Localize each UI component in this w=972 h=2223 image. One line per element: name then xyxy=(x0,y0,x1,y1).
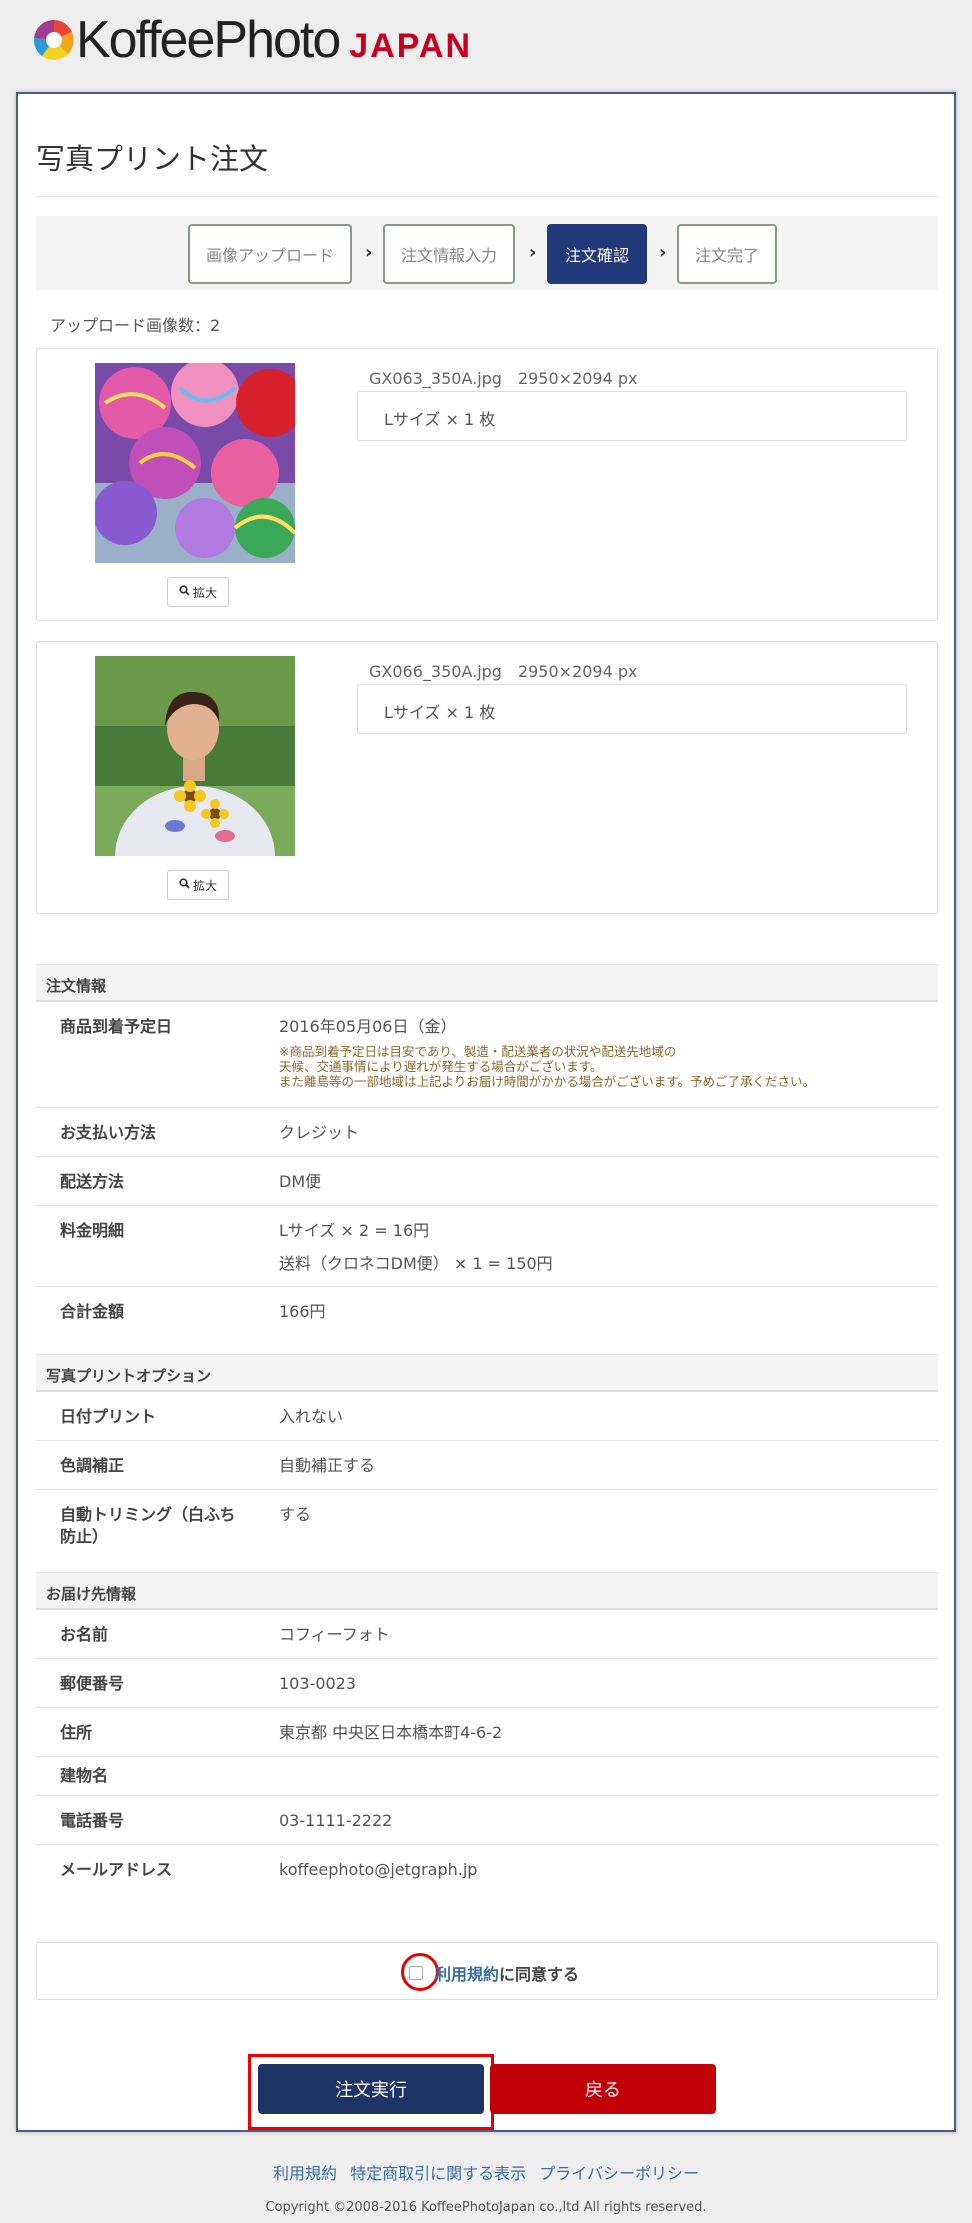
file-info: GX063_350A.jpg 2950×2094 px xyxy=(369,369,638,388)
delivery-row-zip: 郵便番号 103-0023 xyxy=(36,1659,938,1708)
delivery-heading: お届け先情報 xyxy=(36,1572,938,1610)
option-row-color: 色調補正 自動補正する xyxy=(36,1441,938,1490)
delivery-row-email: メールアドレス koffeephoto@jetgraph.jp xyxy=(36,1845,938,1895)
logo-mark-icon xyxy=(33,18,74,62)
row-label: 建物名 xyxy=(60,1766,109,1785)
info-row-shipping: 配送方法 DM便 xyxy=(36,1157,938,1206)
order-card: 写真プリント注文 画像アップロード › 注文情報入力 › 注文確認 › 注文完了… xyxy=(16,92,956,2132)
zoom-button[interactable]: 拡大 xyxy=(167,577,229,607)
step-complete: 注文完了 xyxy=(677,224,777,284)
chevron-right-icon: › xyxy=(365,242,373,263)
terms-text: に同意する xyxy=(499,1965,580,1984)
footer-link-commerce[interactable]: 特定商取引に関する表示 xyxy=(350,2164,526,2183)
photo-thumbnail xyxy=(95,656,295,856)
zoom-button[interactable]: 拡大 xyxy=(167,870,229,900)
photo-item: 拡大 GX063_350A.jpg 2950×2094 px Lサイズ × 1 … xyxy=(36,348,938,621)
option-row-trim: 自動トリミング（白ふち 防止） する xyxy=(36,1490,938,1572)
footer-link-terms[interactable]: 利用規約 xyxy=(273,2164,337,2183)
quantity-summary: Lサイズ × 1 枚 xyxy=(357,684,907,734)
order-info-heading: 注文情報 xyxy=(36,964,938,1002)
terms-label[interactable]: 利用規約 に同意する xyxy=(409,1961,579,1985)
step-confirm: 注文確認 xyxy=(547,224,647,284)
info-row-arrival: 商品到着予定日 2016年05月06日（金） ※商品到着予定日は目安であり、製造… xyxy=(36,1002,938,1108)
step-order-info: 注文情報入力 xyxy=(383,224,515,284)
logo-region: JAPAN xyxy=(349,26,473,65)
row-value: 送料（クロネコDM便） × 1 = 150円 xyxy=(279,1254,553,1273)
file-info: GX066_350A.jpg 2950×2094 px xyxy=(369,662,638,681)
row-label: 自動トリミング（白ふち 防止） xyxy=(60,1505,236,1546)
info-row-payment: お支払い方法 クレジット xyxy=(36,1108,938,1157)
print-options-heading: 写真プリントオプション xyxy=(36,1354,938,1392)
order-steps: 画像アップロード › 注文情報入力 › 注文確認 › 注文完了 xyxy=(36,216,938,290)
zoom-label: 拡大 xyxy=(192,878,217,893)
logo-wordmark: KoffeePhoto xyxy=(76,11,341,69)
row-label: お名前 xyxy=(60,1625,109,1644)
row-label: 料金明細 xyxy=(60,1221,125,1240)
option-row-date: 日付プリント 入れない xyxy=(36,1392,938,1441)
row-value: クレジット xyxy=(279,1123,360,1142)
row-label: 日付プリント xyxy=(60,1407,157,1426)
row-value: koffeephoto@jetgraph.jp xyxy=(279,1860,478,1879)
row-label: お支払い方法 xyxy=(60,1123,157,1142)
quantity-summary: Lサイズ × 1 枚 xyxy=(357,391,907,441)
row-label: 配送方法 xyxy=(60,1172,125,1191)
row-value: 103-0023 xyxy=(279,1674,357,1693)
row-value: 2016年05月06日（金） xyxy=(279,1017,457,1036)
row-value: Lサイズ × 2 = 16円 xyxy=(279,1221,430,1240)
search-icon xyxy=(179,585,190,599)
row-label: 電話番号 xyxy=(60,1811,125,1830)
title-divider xyxy=(36,196,938,197)
info-row-fees: 料金明細 Lサイズ × 2 = 16円 送料（クロネコDM便） × 1 = 15… xyxy=(36,1206,938,1287)
footer-links: 利用規約 特定商取引に関する表示 プライバシーポリシー xyxy=(0,2160,972,2184)
row-label: 郵便番号 xyxy=(60,1674,125,1693)
delivery-row-name: お名前 コフィーフォト xyxy=(36,1610,938,1659)
step-upload: 画像アップロード xyxy=(188,224,352,284)
row-value: 自動補正する xyxy=(279,1456,376,1475)
submit-order-button[interactable]: 注文実行 xyxy=(258,2064,484,2114)
photo-item: 拡大 GX066_350A.jpg 2950×2094 px Lサイズ × 1 … xyxy=(36,641,938,914)
row-label: 色調補正 xyxy=(60,1456,125,1475)
row-value: 03-1111-2222 xyxy=(279,1811,393,1830)
back-button[interactable]: 戻る xyxy=(490,2064,716,2114)
row-label: 住所 xyxy=(60,1723,93,1742)
terms-checkbox[interactable] xyxy=(409,1966,423,1980)
info-row-total: 合計金額 166円 xyxy=(36,1287,938,1337)
terms-agreement: 利用規約 に同意する xyxy=(36,1942,938,2000)
site-logo[interactable]: KoffeePhoto JAPAN xyxy=(33,11,473,69)
upload-count: アップロード画像数：2 xyxy=(50,316,221,335)
row-value: 東京都 中央区日本橋本町4-6-2 xyxy=(279,1723,503,1742)
row-value: 入れない xyxy=(279,1407,344,1426)
row-value: コフィーフォト xyxy=(279,1625,390,1644)
photo-thumbnail xyxy=(95,363,295,563)
row-value: DM便 xyxy=(279,1172,322,1191)
delivery-row-phone: 電話番号 03-1111-2222 xyxy=(36,1796,938,1845)
arrival-note: ※商品到着予定日は目安であり、製造・配送業者の状況や配送先地域の 天候、交通事情… xyxy=(279,1044,816,1089)
row-label: 合計金額 xyxy=(60,1302,125,1321)
terms-link[interactable]: 利用規約 xyxy=(435,1961,499,1985)
row-value: 166円 xyxy=(279,1302,326,1321)
row-label: 商品到着予定日 xyxy=(60,1017,173,1036)
chevron-right-icon: › xyxy=(659,242,667,263)
page-title: 写真プリント注文 xyxy=(36,142,269,176)
chevron-right-icon: › xyxy=(529,242,537,263)
search-icon xyxy=(179,878,190,892)
delivery-row-building: 建物名 xyxy=(36,1757,938,1796)
delivery-row-address: 住所 東京都 中央区日本橋本町4-6-2 xyxy=(36,1708,938,1757)
site-header: KoffeePhoto JAPAN xyxy=(0,0,972,92)
footer-link-privacy[interactable]: プライバシーポリシー xyxy=(539,2164,699,2183)
zoom-label: 拡大 xyxy=(192,585,217,600)
row-label: メールアドレス xyxy=(60,1860,173,1879)
row-value: する xyxy=(279,1505,312,1524)
copyright: Copyright ©2008-2016 KoffeePhotoJapan co… xyxy=(265,2200,707,2215)
